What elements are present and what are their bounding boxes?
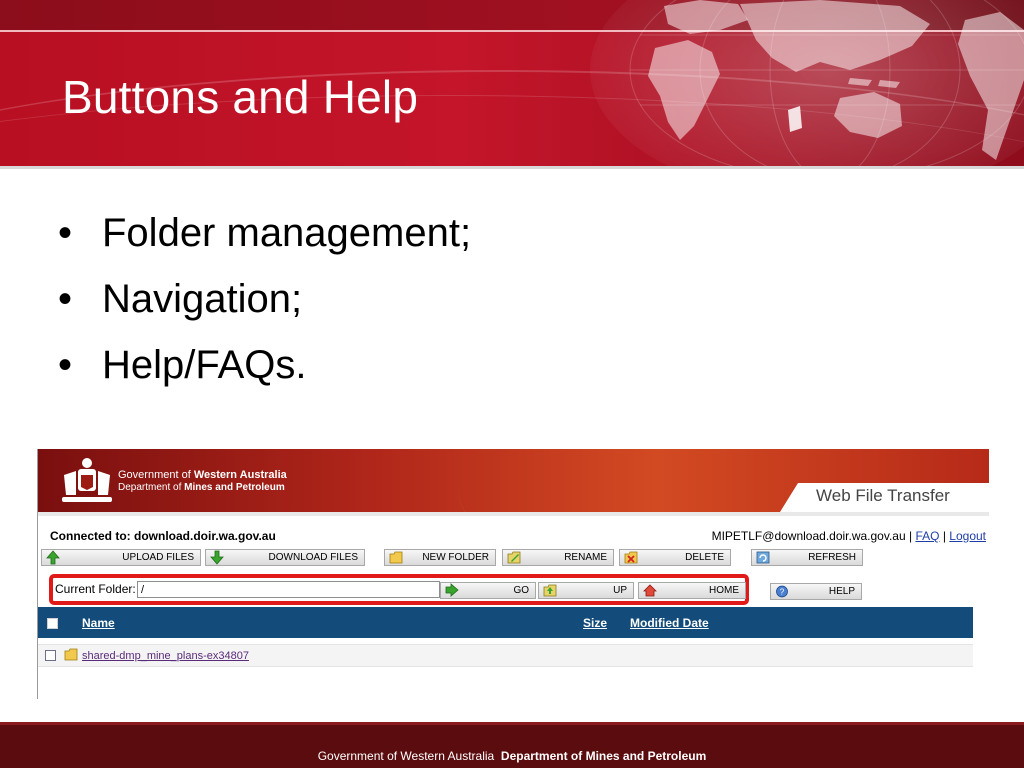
up-button[interactable]: UP <box>538 582 634 599</box>
upload-files-button[interactable]: UPLOAD FILES <box>41 549 201 566</box>
gov-bold: Western Australia <box>193 469 287 481</box>
go-label: GO <box>513 585 529 596</box>
select-all-checkbox[interactable] <box>47 618 58 629</box>
delete-folder-icon <box>624 551 638 564</box>
bullet-marker: • <box>58 277 73 321</box>
help-button[interactable]: ? HELP <box>770 583 862 600</box>
bullet-text: Navigation; <box>102 277 303 321</box>
bullet-marker: • <box>58 343 73 387</box>
account-name: MIPETLF@download.doir.wa.gov.au <box>711 529 906 543</box>
new-folder-label: NEW FOLDER <box>422 552 489 563</box>
file-table-header: Name Size Modified Date <box>38 607 973 638</box>
download-files-label: DOWNLOAD FILES <box>268 552 358 563</box>
current-folder-label: Current Folder: <box>55 582 136 596</box>
home-label: HOME <box>709 585 739 596</box>
name-column-header[interactable]: Name <box>82 616 115 630</box>
banner-underline <box>38 512 989 516</box>
bullet-item: • Help/FAQs. <box>58 340 471 406</box>
bullet-text: Folder management; <box>102 211 472 255</box>
bullet-list: • Folder management; • Navigation; • Help/F… <box>58 208 471 406</box>
upload-files-label: UPLOAD FILES <box>122 552 194 563</box>
web-file-transfer-screenshot: Government of Western Australia Departme… <box>37 449 989 699</box>
help-icon: ? <box>776 585 788 598</box>
bullet-marker: • <box>58 211 73 255</box>
row-checkbox[interactable] <box>45 650 56 661</box>
slide-header: Buttons and Help <box>0 0 1024 166</box>
link-separator: | <box>942 529 946 543</box>
dept-bold: Mines and Petroleum <box>184 482 285 493</box>
up-label: UP <box>613 585 627 596</box>
footer-text: Government of Western Australia Departme… <box>0 749 1024 763</box>
folder-name-link[interactable]: shared-dmp_mine_plans-ex34807 <box>82 650 249 662</box>
footer-bold: Department of Mines and Petroleum <box>500 749 707 763</box>
gov-line: Government of Western Australia <box>118 469 287 481</box>
bullet-text: Help/FAQs. <box>102 343 307 387</box>
new-folder-button[interactable]: NEW FOLDER <box>384 549 496 566</box>
delete-button[interactable]: DELETE <box>619 549 731 566</box>
download-files-button[interactable]: DOWNLOAD FILES <box>205 549 365 566</box>
connection-status: Connected to: download.doir.wa.gov.au <box>50 529 276 543</box>
modified-date-column-header[interactable]: Modified Date <box>630 616 709 630</box>
header-divider <box>0 166 1024 169</box>
refresh-label: REFRESH <box>808 552 856 563</box>
home-icon <box>643 584 657 597</box>
title-plate-edge <box>780 483 798 512</box>
dept-line: Department of Mines and Petroleum <box>118 482 285 493</box>
folder-icon <box>64 648 78 661</box>
table-row: shared-dmp_mine_plans-ex34807 <box>38 644 973 667</box>
green-down-arrow-icon <box>210 550 224 565</box>
go-button[interactable]: GO <box>440 582 536 599</box>
logout-link[interactable]: Logout <box>949 529 986 543</box>
product-title: Web File Transfer <box>816 486 950 505</box>
home-button[interactable]: HOME <box>638 582 746 599</box>
delete-label: DELETE <box>685 552 724 563</box>
bullet-item: • Navigation; <box>58 274 471 340</box>
folder-icon <box>389 551 403 564</box>
green-right-arrow-icon <box>445 583 459 597</box>
dept-prefix: Department of <box>118 482 185 493</box>
refresh-button[interactable]: REFRESH <box>751 549 863 566</box>
rename-button[interactable]: RENAME <box>502 549 614 566</box>
wa-crest-logo <box>62 458 112 502</box>
green-up-arrow-icon <box>46 550 60 565</box>
footer-prefix: Government of Western Australia <box>317 749 495 763</box>
size-column-header[interactable]: Size <box>583 616 607 630</box>
current-folder-input[interactable] <box>137 581 440 598</box>
faq-link[interactable]: FAQ <box>915 529 939 543</box>
help-label: HELP <box>828 586 855 597</box>
link-separator: | <box>909 529 913 543</box>
app-banner: Government of Western Australia Departme… <box>38 449 989 512</box>
slide-title: Buttons and Help <box>62 71 419 123</box>
user-links: MIPETLF@download.doir.wa.gov.au | FAQ | … <box>712 529 986 543</box>
gov-prefix: Government of <box>118 469 194 481</box>
folder-up-icon <box>543 584 557 597</box>
svg-text:?: ? <box>780 588 785 597</box>
bullet-item: • Folder management; <box>58 208 471 274</box>
rename-label: RENAME <box>564 552 607 563</box>
pencil-folder-icon <box>507 551 521 564</box>
refresh-icon <box>756 551 770 564</box>
